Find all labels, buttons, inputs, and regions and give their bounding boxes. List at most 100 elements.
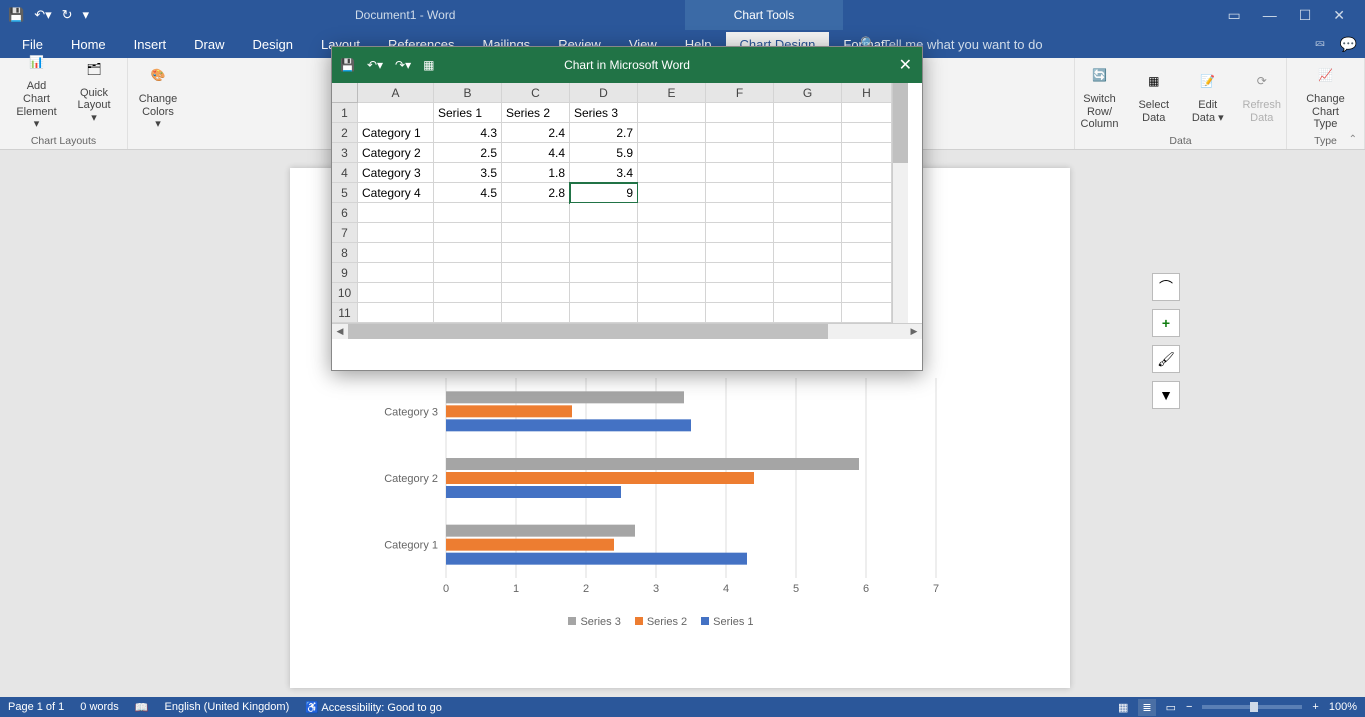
cell-F1[interactable] <box>706 103 774 123</box>
cell-D1[interactable]: Series 3 <box>570 103 638 123</box>
cell-F7[interactable] <box>706 223 774 243</box>
cell-E3[interactable] <box>638 143 706 163</box>
cell-G10[interactable] <box>774 283 842 303</box>
cell-C8[interactable] <box>502 243 570 263</box>
cell-E2[interactable] <box>638 123 706 143</box>
cell-C7[interactable] <box>502 223 570 243</box>
switch-row-col-button[interactable]: 🔄Switch Row/ Column <box>1074 57 1125 133</box>
horizontal-scrollbar[interactable]: ◀ ▶ <box>332 323 922 339</box>
qat-customize-icon[interactable]: ▾ <box>83 7 90 23</box>
cell-F11[interactable] <box>706 303 774 323</box>
cell-B3[interactable]: 2.5 <box>434 143 502 163</box>
zoom-slider[interactable] <box>1202 705 1302 709</box>
cell-C1[interactable]: Series 2 <box>502 103 570 123</box>
spellcheck-icon[interactable]: 📖 <box>135 701 149 714</box>
cell-G8[interactable] <box>774 243 842 263</box>
cell-G4[interactable] <box>774 163 842 183</box>
cell-G7[interactable] <box>774 223 842 243</box>
chart-styles-icon[interactable]: 🖌 <box>1152 345 1180 373</box>
share-icon[interactable]: ⮹ <box>1314 36 1325 53</box>
cell-E5[interactable] <box>638 183 706 203</box>
cell-G2[interactable] <box>774 123 842 143</box>
cell-G6[interactable] <box>774 203 842 223</box>
cell-E6[interactable] <box>638 203 706 223</box>
cell-B2[interactable]: 4.3 <box>434 123 502 143</box>
read-mode-icon[interactable]: ▦ <box>1118 701 1128 714</box>
chart-elements-icon[interactable]: + <box>1152 309 1180 337</box>
cell-C4[interactable]: 1.8 <box>502 163 570 183</box>
cell-A4[interactable]: Category 3 <box>358 163 434 183</box>
cell-F8[interactable] <box>706 243 774 263</box>
cell-H7[interactable] <box>842 223 892 243</box>
cell-H8[interactable] <box>842 243 892 263</box>
excel-close-icon[interactable]: ✕ <box>899 55 912 75</box>
cell-B5[interactable]: 4.5 <box>434 183 502 203</box>
word-count[interactable]: 0 words <box>80 701 119 713</box>
cell-H9[interactable] <box>842 263 892 283</box>
cell-C2[interactable]: 2.4 <box>502 123 570 143</box>
cell-H5[interactable] <box>842 183 892 203</box>
close-icon[interactable]: ✕ <box>1333 7 1345 24</box>
select-data-button[interactable]: ▦Select Data <box>1129 63 1179 126</box>
cell-H6[interactable] <box>842 203 892 223</box>
chart-filters-icon[interactable]: ▼ <box>1152 381 1180 409</box>
cell-B1[interactable]: Series 1 <box>434 103 502 123</box>
cell-C5[interactable]: 2.8 <box>502 183 570 203</box>
scroll-right-icon[interactable]: ▶ <box>906 324 922 339</box>
cell-H3[interactable] <box>842 143 892 163</box>
cell-F5[interactable] <box>706 183 774 203</box>
save-icon[interactable]: 💾 <box>8 7 24 23</box>
vertical-scrollbar[interactable] <box>892 83 908 323</box>
cell-D6[interactable] <box>570 203 638 223</box>
cell-G11[interactable] <box>774 303 842 323</box>
cell-E1[interactable] <box>638 103 706 123</box>
collapse-ribbon-icon[interactable]: ⌃ <box>1349 134 1357 145</box>
cell-E4[interactable] <box>638 163 706 183</box>
cell-D8[interactable] <box>570 243 638 263</box>
cell-H4[interactable] <box>842 163 892 183</box>
cell-C10[interactable] <box>502 283 570 303</box>
zoom-in-icon[interactable]: + <box>1312 701 1318 713</box>
cell-C9[interactable] <box>502 263 570 283</box>
cell-A10[interactable] <box>358 283 434 303</box>
cell-A1[interactable] <box>358 103 434 123</box>
cell-B8[interactable] <box>434 243 502 263</box>
cell-B7[interactable] <box>434 223 502 243</box>
undo-icon[interactable]: ↶▾ <box>34 7 51 23</box>
cell-D11[interactable] <box>570 303 638 323</box>
cell-B4[interactable]: 3.5 <box>434 163 502 183</box>
cell-A6[interactable] <box>358 203 434 223</box>
edit-data-button[interactable]: 📝Edit Data ▾ <box>1183 63 1233 126</box>
add-chart-element-button[interactable]: 📊Add Chart Element ▾ <box>8 44 65 133</box>
cell-H10[interactable] <box>842 283 892 303</box>
cell-A5[interactable]: Category 4 <box>358 183 434 203</box>
cell-F2[interactable] <box>706 123 774 143</box>
cell-H1[interactable] <box>842 103 892 123</box>
cell-G1[interactable] <box>774 103 842 123</box>
cell-A9[interactable] <box>358 263 434 283</box>
cell-G5[interactable] <box>774 183 842 203</box>
cell-B10[interactable] <box>434 283 502 303</box>
change-colors-button[interactable]: 🎨Change Colors ▾ <box>133 57 184 133</box>
comments-icon[interactable]: 💬 <box>1340 36 1357 53</box>
scroll-left-icon[interactable]: ◀ <box>332 324 348 339</box>
cell-F10[interactable] <box>706 283 774 303</box>
zoom-level[interactable]: 100% <box>1329 701 1357 713</box>
chart-object[interactable]: 01234567Category 3Category 2Category 1 S… <box>376 378 946 628</box>
cell-A2[interactable]: Category 1 <box>358 123 434 143</box>
quick-layout-button[interactable]: 🗂Quick Layout ▾ <box>69 51 119 127</box>
zoom-out-icon[interactable]: − <box>1186 701 1192 713</box>
cell-A3[interactable]: Category 2 <box>358 143 434 163</box>
cell-G3[interactable] <box>774 143 842 163</box>
web-layout-icon[interactable]: ▭ <box>1166 701 1176 714</box>
cell-E10[interactable] <box>638 283 706 303</box>
cell-F3[interactable] <box>706 143 774 163</box>
change-chart-type-button[interactable]: 📈Change Chart Type <box>1295 57 1356 133</box>
redo-icon[interactable]: ↻ <box>62 7 73 23</box>
cell-D4[interactable]: 3.4 <box>570 163 638 183</box>
cell-A11[interactable] <box>358 303 434 323</box>
cell-E9[interactable] <box>638 263 706 283</box>
draw-tab[interactable]: Draw <box>180 32 238 57</box>
print-layout-icon[interactable]: ≣ <box>1138 699 1155 716</box>
cell-D5[interactable]: 9 <box>570 183 638 203</box>
